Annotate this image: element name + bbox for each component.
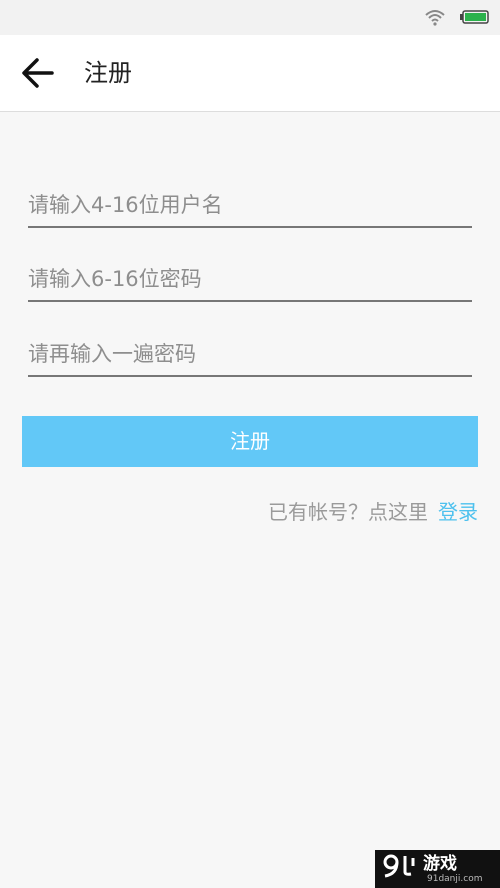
watermark-logo: 游戏 91danji.com (375, 850, 500, 888)
login-link[interactable]: 登录 (438, 500, 478, 524)
arrow-left-icon (22, 58, 54, 88)
back-button[interactable] (16, 53, 60, 93)
page-title: 注册 (84, 59, 132, 87)
username-input[interactable] (28, 188, 472, 228)
login-hint-text: 已有帐号？点这里 (268, 500, 428, 524)
status-bar (0, 0, 500, 35)
header-bar: 注册 (0, 35, 500, 112)
password-input[interactable] (28, 262, 472, 302)
confirm-password-input[interactable] (28, 337, 472, 377)
login-prompt: 已有帐号？点这里 登录 (268, 497, 478, 527)
watermark-url: 91danji.com (427, 874, 483, 884)
watermark-text: 游戏 (423, 854, 457, 874)
battery-icon (460, 10, 489, 24)
wifi-icon (425, 10, 445, 26)
register-button[interactable]: 注册 (22, 416, 478, 467)
watermark-logo-mark (383, 854, 415, 878)
